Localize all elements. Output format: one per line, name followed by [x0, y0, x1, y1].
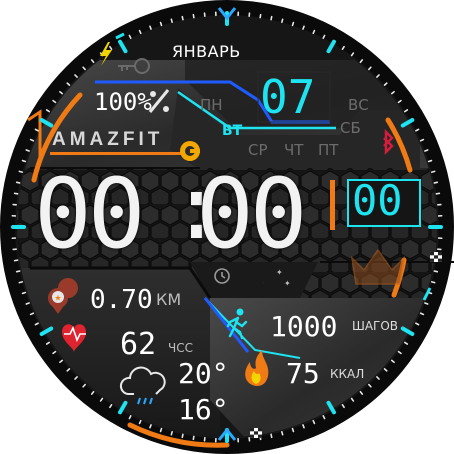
- time-seconds: 00: [352, 176, 403, 225]
- minute-tick: [433, 181, 439, 184]
- minute-tick: [181, 433, 184, 439]
- distance-unit: КМ: [156, 290, 182, 309]
- weekday-wed: СР: [248, 141, 268, 159]
- minute-tick: [424, 302, 429, 305]
- minute-tick: [138, 419, 142, 425]
- minute-tick: [302, 25, 305, 30]
- calories-unit: ККАЛ: [330, 367, 365, 381]
- minute-tick: [427, 159, 433, 163]
- temperature-high: 20°: [178, 357, 229, 390]
- battery-level: 100%: [94, 88, 152, 116]
- minute-tick: [170, 430, 173, 436]
- steps-unit: ШАГОВ: [352, 319, 399, 333]
- minute-tick: [291, 427, 295, 433]
- minute-tick: [419, 312, 425, 316]
- minute-tick: [430, 281, 436, 284]
- minute-tick: [424, 149, 429, 152]
- minute-tick: [138, 29, 142, 35]
- time-minutes: 00: [196, 158, 308, 270]
- minute-tick: [149, 25, 152, 30]
- minute-tick: [291, 21, 295, 27]
- minute-tick: [433, 270, 439, 273]
- calories-value: 75: [286, 357, 320, 390]
- minute-tick: [149, 424, 152, 429]
- checkered-flag-icon: [250, 428, 262, 438]
- weekday-sat: СБ: [340, 119, 361, 137]
- minute-tick: [21, 291, 27, 295]
- orange-bar-seconds: [330, 180, 335, 230]
- minute-tick: [159, 427, 163, 433]
- minute-tick: [25, 149, 30, 152]
- weekday-mon: ПН: [200, 96, 223, 114]
- minute-tick: [430, 170, 436, 173]
- weekday-sun: ВС: [348, 96, 369, 114]
- brand-logo: AMAZFIT: [52, 129, 164, 150]
- minute-tick: [270, 15, 273, 21]
- minute-tick: [15, 270, 21, 273]
- svg-text:✦: ✦: [284, 279, 291, 288]
- heart-rate-unit: ЧСС: [168, 341, 193, 355]
- minute-tick: [21, 159, 27, 163]
- date-number: 07: [260, 70, 316, 124]
- time-hours: 00: [34, 158, 146, 270]
- checkered-flag-icon: [430, 252, 442, 262]
- minute-tick: [29, 312, 35, 316]
- minute-tick: [29, 138, 35, 142]
- minute-tick: [181, 15, 184, 21]
- weekday-fri: ПТ: [318, 141, 339, 159]
- minute-tick: [25, 302, 30, 305]
- minute-tick: [18, 281, 24, 284]
- svg-text:★: ★: [54, 294, 61, 303]
- steps-value: 1000: [270, 310, 338, 343]
- month-label: ЯНВАРЬ: [172, 42, 241, 61]
- minute-tick: [170, 18, 173, 24]
- minute-tick: [270, 433, 273, 439]
- weekday-tue: ВТ: [222, 123, 243, 139]
- distance-value: 0.70: [90, 285, 153, 315]
- minute-tick: [312, 419, 316, 425]
- minute-tick: [312, 29, 316, 35]
- minute-tick: [15, 181, 21, 184]
- minute-tick: [281, 430, 284, 436]
- minute-tick: [302, 424, 305, 429]
- minute-tick: [159, 21, 163, 27]
- minute-tick: [18, 170, 24, 173]
- temperature-low: 16°: [178, 393, 229, 426]
- minute-tick: [419, 138, 425, 142]
- minute-tick: [281, 18, 284, 24]
- orange-bar-brand: [50, 152, 190, 155]
- heart-rate-value: 62: [120, 327, 157, 362]
- weekday-thu: ЧТ: [284, 141, 304, 159]
